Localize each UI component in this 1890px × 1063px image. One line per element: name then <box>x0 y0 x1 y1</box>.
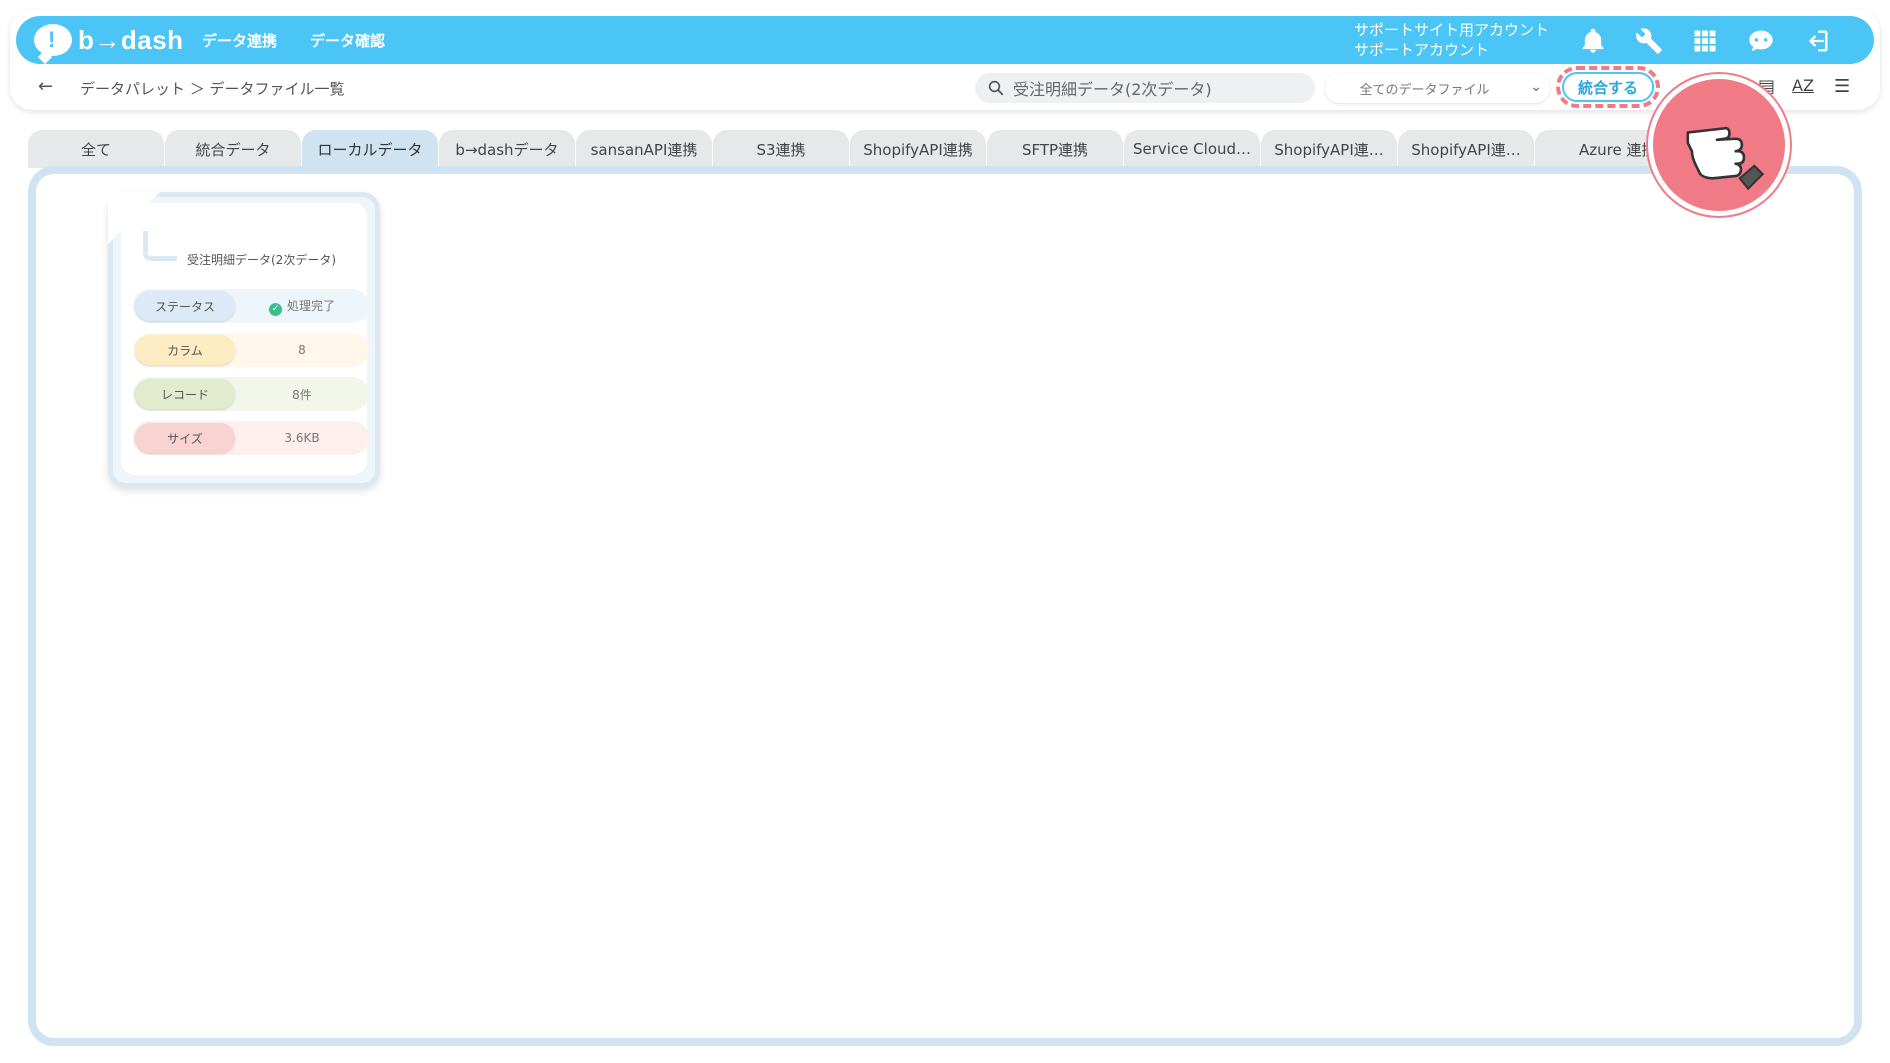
top-navigation-bar: ! b→dash データ連携 データ確認 サポートサイト用アカウント サポートア… <box>16 16 1874 64</box>
merge-button[interactable]: 統合する <box>1562 72 1654 102</box>
tab-shopify-api[interactable]: ShopifyAPI連携 <box>850 130 986 168</box>
pointing-hand-icon <box>1648 74 1790 216</box>
account-line-1: サポートサイト用アカウント <box>1354 21 1550 39</box>
filter-selected-value: 全てのデータファイル <box>1359 82 1490 98</box>
tab-shopify-api-2[interactable]: ShopifyAPI連… <box>1261 130 1397 168</box>
nav-data-check[interactable]: データ確認 <box>310 30 385 51</box>
search-icon <box>988 80 1004 96</box>
file-fold-icon <box>143 231 177 261</box>
column-label: カラム <box>135 335 235 365</box>
breadcrumb: データパレット ＞ データファイル一覧 <box>80 80 345 98</box>
size-row: サイズ 3.6KB <box>133 421 369 455</box>
bell-icon[interactable] <box>1576 24 1610 58</box>
account-info[interactable]: サポートサイト用アカウント サポートアカウント <box>1354 20 1549 60</box>
column-value: 8 <box>298 343 306 357</box>
tab-service-cloud[interactable]: Service Cloud… <box>1124 130 1260 168</box>
nav-data-integration[interactable]: データ連携 <box>202 30 277 51</box>
search-bar[interactable] <box>975 73 1315 103</box>
check-circle-icon: ✓ <box>268 302 282 316</box>
status-value: 処理完了 <box>286 298 335 313</box>
card-body: 受注明細データ(2次データ) ステータス ✓ 処理完了 カラム 8 レコード 8件… <box>121 203 369 475</box>
data-file-card[interactable]: 受注明細データ(2次データ) ステータス ✓ 処理完了 カラム 8 レコード 8件… <box>108 192 380 488</box>
chevron-down-icon: ⌄ <box>1530 79 1542 95</box>
size-label: サイズ <box>135 423 235 453</box>
status-row: ステータス ✓ 処理完了 <box>133 289 369 323</box>
tab-shopify-api-3[interactable]: ShopifyAPI連… <box>1398 130 1534 168</box>
brand-logo[interactable]: ! b→dash <box>34 22 184 58</box>
tab-s3[interactable]: S3連携 <box>713 130 849 168</box>
card-title: 受注明細データ(2次データ) <box>187 253 336 267</box>
tab-local-data[interactable]: ローカルデータ <box>302 130 438 168</box>
tab-all[interactable]: 全て <box>28 130 164 168</box>
size-value: 3.6KB <box>284 431 320 445</box>
column-row: カラム 8 <box>133 333 369 367</box>
record-label: レコード <box>135 379 235 409</box>
status-value-wrap: ✓ 処理完了 <box>235 297 369 316</box>
logout-icon[interactable] <box>1800 24 1834 58</box>
record-row: レコード 8件 <box>133 377 369 411</box>
support-chat-icon[interactable] <box>1744 24 1778 58</box>
tab-sftp[interactable]: SFTP連携 <box>987 130 1123 168</box>
record-value: 8件 <box>292 387 312 402</box>
logo-mark-icon: ! <box>34 24 72 56</box>
grid-icon[interactable] <box>1688 24 1722 58</box>
account-line-2: サポートアカウント <box>1354 41 1490 59</box>
search-input[interactable] <box>1013 78 1293 98</box>
sort-az-icon[interactable]: AZ <box>1792 76 1814 95</box>
tab-bdash-data[interactable]: b→dashデータ <box>439 130 575 168</box>
data-file-filter-select[interactable]: 全てのデータファイル ⌄ <box>1325 73 1550 103</box>
status-label: ステータス <box>135 291 235 321</box>
tab-merged-data[interactable]: 統合データ <box>165 130 301 168</box>
back-arrow-icon[interactable]: ← <box>38 76 53 97</box>
wrench-icon[interactable] <box>1632 24 1666 58</box>
list-view-icon[interactable]: ☰ <box>1834 76 1850 97</box>
tab-sansan-api[interactable]: sansanAPI連携 <box>576 130 712 168</box>
